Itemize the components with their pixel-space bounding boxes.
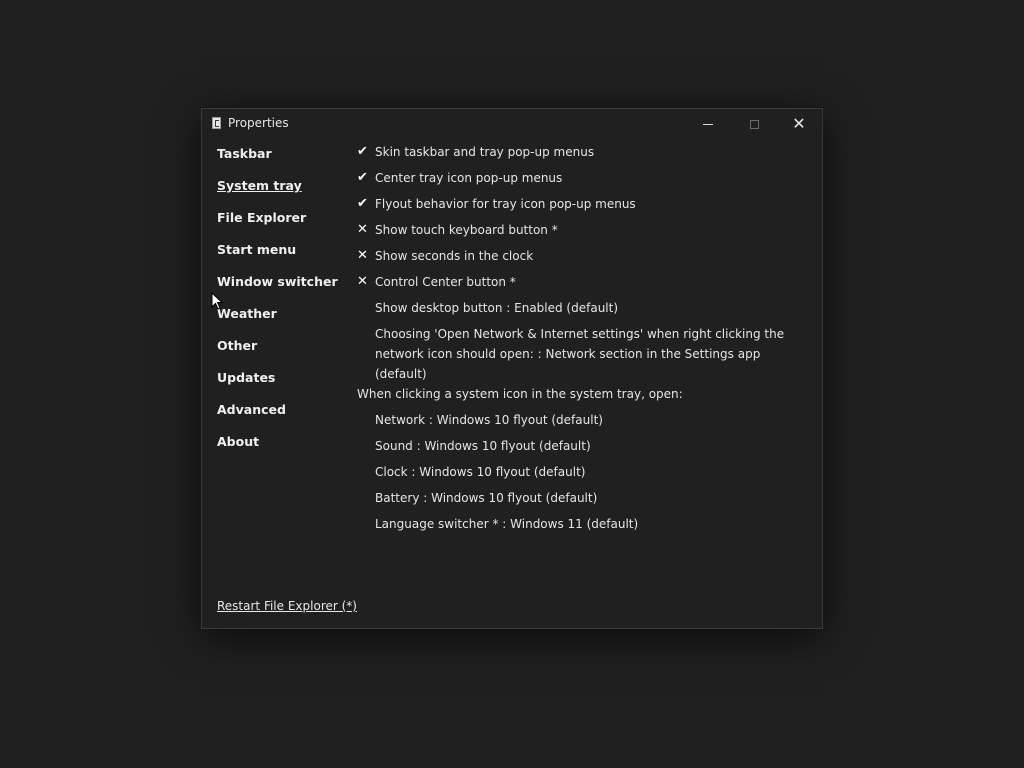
maximize-icon xyxy=(749,119,759,129)
setting-network-flyout[interactable]: Network : Windows 10 flyout (default) xyxy=(357,410,807,436)
setting-label: Control Center button * xyxy=(375,275,516,289)
restart-explorer-link[interactable]: Restart File Explorer (*) xyxy=(217,599,357,613)
sidebar-item-window-switcher[interactable]: Window switcher xyxy=(217,273,347,305)
sidebar-item-updates[interactable]: Updates xyxy=(217,369,347,401)
setting-label: Show desktop button : Enabled (default) xyxy=(375,301,619,315)
checkmark-icon: ✔ xyxy=(357,196,368,211)
checkmark-icon: ✔ xyxy=(357,170,368,185)
setting-label: Skin taskbar and tray pop-up menus xyxy=(375,145,595,159)
setting-label: Sound : Windows 10 flyout (default) xyxy=(375,439,591,453)
setting-label: Choosing 'Open Network & Internet settin… xyxy=(375,327,785,381)
setting-battery-flyout[interactable]: Battery : Windows 10 flyout (default) xyxy=(357,488,807,514)
sidebar-item-other[interactable]: Other xyxy=(217,337,347,369)
maximize-button[interactable] xyxy=(731,109,777,139)
settings-panel: ✔ Skin taskbar and tray pop-up menus ✔ C… xyxy=(357,142,807,540)
setting-flyout-behavior[interactable]: ✔ Flyout behavior for tray icon pop-up m… xyxy=(357,194,807,220)
setting-label: Language switcher * : Windows 11 (defaul… xyxy=(375,517,639,531)
setting-skin-menus[interactable]: ✔ Skin taskbar and tray pop-up menus xyxy=(357,142,807,168)
group-heading: When clicking a system icon in the syste… xyxy=(357,384,807,410)
app-file-icon xyxy=(212,117,221,129)
sidebar-item-file-explorer[interactable]: File Explorer xyxy=(217,209,347,241)
cross-icon: ✕ xyxy=(357,274,368,289)
setting-label: Network : Windows 10 flyout (default) xyxy=(375,413,603,427)
sidebar-nav: Taskbar System tray File Explorer Start … xyxy=(217,145,347,465)
close-button[interactable]: ✕ xyxy=(776,109,822,139)
setting-label: Center tray icon pop-up menus xyxy=(375,171,563,185)
setting-label: Clock : Windows 10 flyout (default) xyxy=(375,465,586,479)
minimize-button[interactable] xyxy=(685,109,731,139)
setting-control-center[interactable]: ✕ Control Center button * xyxy=(357,272,807,298)
sidebar-item-start-menu[interactable]: Start menu xyxy=(217,241,347,273)
sidebar-item-about[interactable]: About xyxy=(217,433,347,465)
setting-clock-seconds[interactable]: ✕ Show seconds in the clock xyxy=(357,246,807,272)
setting-show-desktop[interactable]: Show desktop button : Enabled (default) xyxy=(357,298,807,324)
setting-language-switcher[interactable]: Language switcher * : Windows 11 (defaul… xyxy=(357,514,807,540)
setting-label: Show seconds in the clock xyxy=(375,249,534,263)
properties-window: Properties ✕ Taskbar System tray File Ex… xyxy=(201,108,823,629)
group-heading-label: When clicking a system icon in the syste… xyxy=(357,387,683,401)
setting-label: Show touch keyboard button * xyxy=(375,223,558,237)
cross-icon: ✕ xyxy=(357,248,368,263)
setting-clock-flyout[interactable]: Clock : Windows 10 flyout (default) xyxy=(357,462,807,488)
cross-icon: ✕ xyxy=(357,222,368,237)
sidebar-item-advanced[interactable]: Advanced xyxy=(217,401,347,433)
sidebar-item-taskbar[interactable]: Taskbar xyxy=(217,145,347,177)
setting-label: Flyout behavior for tray icon pop-up men… xyxy=(375,197,636,211)
minimize-icon xyxy=(703,123,713,125)
mouse-cursor-icon xyxy=(211,292,224,310)
sidebar-item-weather[interactable]: Weather xyxy=(217,305,347,337)
setting-touch-keyboard[interactable]: ✕ Show touch keyboard button * xyxy=(357,220,807,246)
window-title: Properties xyxy=(228,116,289,130)
title-bar[interactable]: Properties ✕ xyxy=(202,109,822,139)
close-icon: ✕ xyxy=(792,114,806,133)
setting-network-settings[interactable]: Choosing 'Open Network & Internet settin… xyxy=(357,324,807,384)
setting-sound-flyout[interactable]: Sound : Windows 10 flyout (default) xyxy=(357,436,807,462)
sidebar-item-system-tray[interactable]: System tray xyxy=(217,177,347,209)
checkmark-icon: ✔ xyxy=(357,144,368,159)
setting-center-tray-menus[interactable]: ✔ Center tray icon pop-up menus xyxy=(357,168,807,194)
setting-label: Battery : Windows 10 flyout (default) xyxy=(375,491,598,505)
